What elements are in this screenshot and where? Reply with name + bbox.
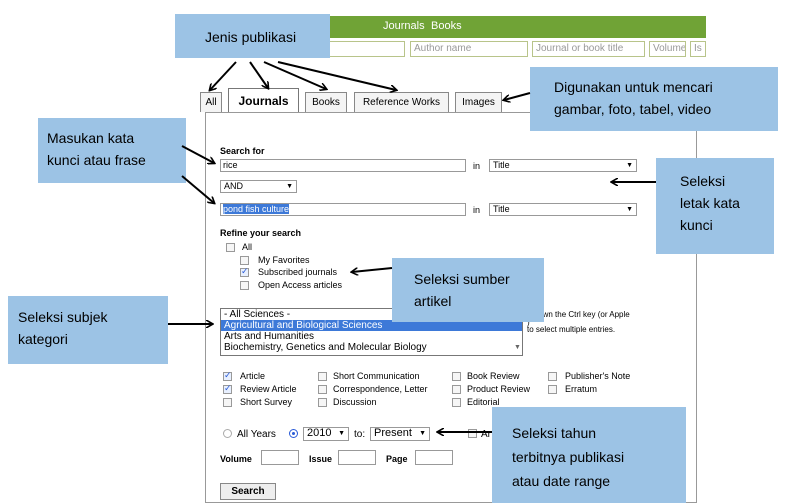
arrow-to-tab-journals bbox=[249, 61, 268, 88]
arrow-to-subscribed bbox=[352, 267, 393, 272]
arrow-to-search-term-2 bbox=[181, 175, 214, 203]
arrow-to-tab-all bbox=[210, 61, 237, 90]
arrow-to-search-term-1 bbox=[181, 145, 214, 163]
annotation-arrows bbox=[168, 61, 656, 503]
arrow-to-tab-images bbox=[504, 92, 531, 100]
